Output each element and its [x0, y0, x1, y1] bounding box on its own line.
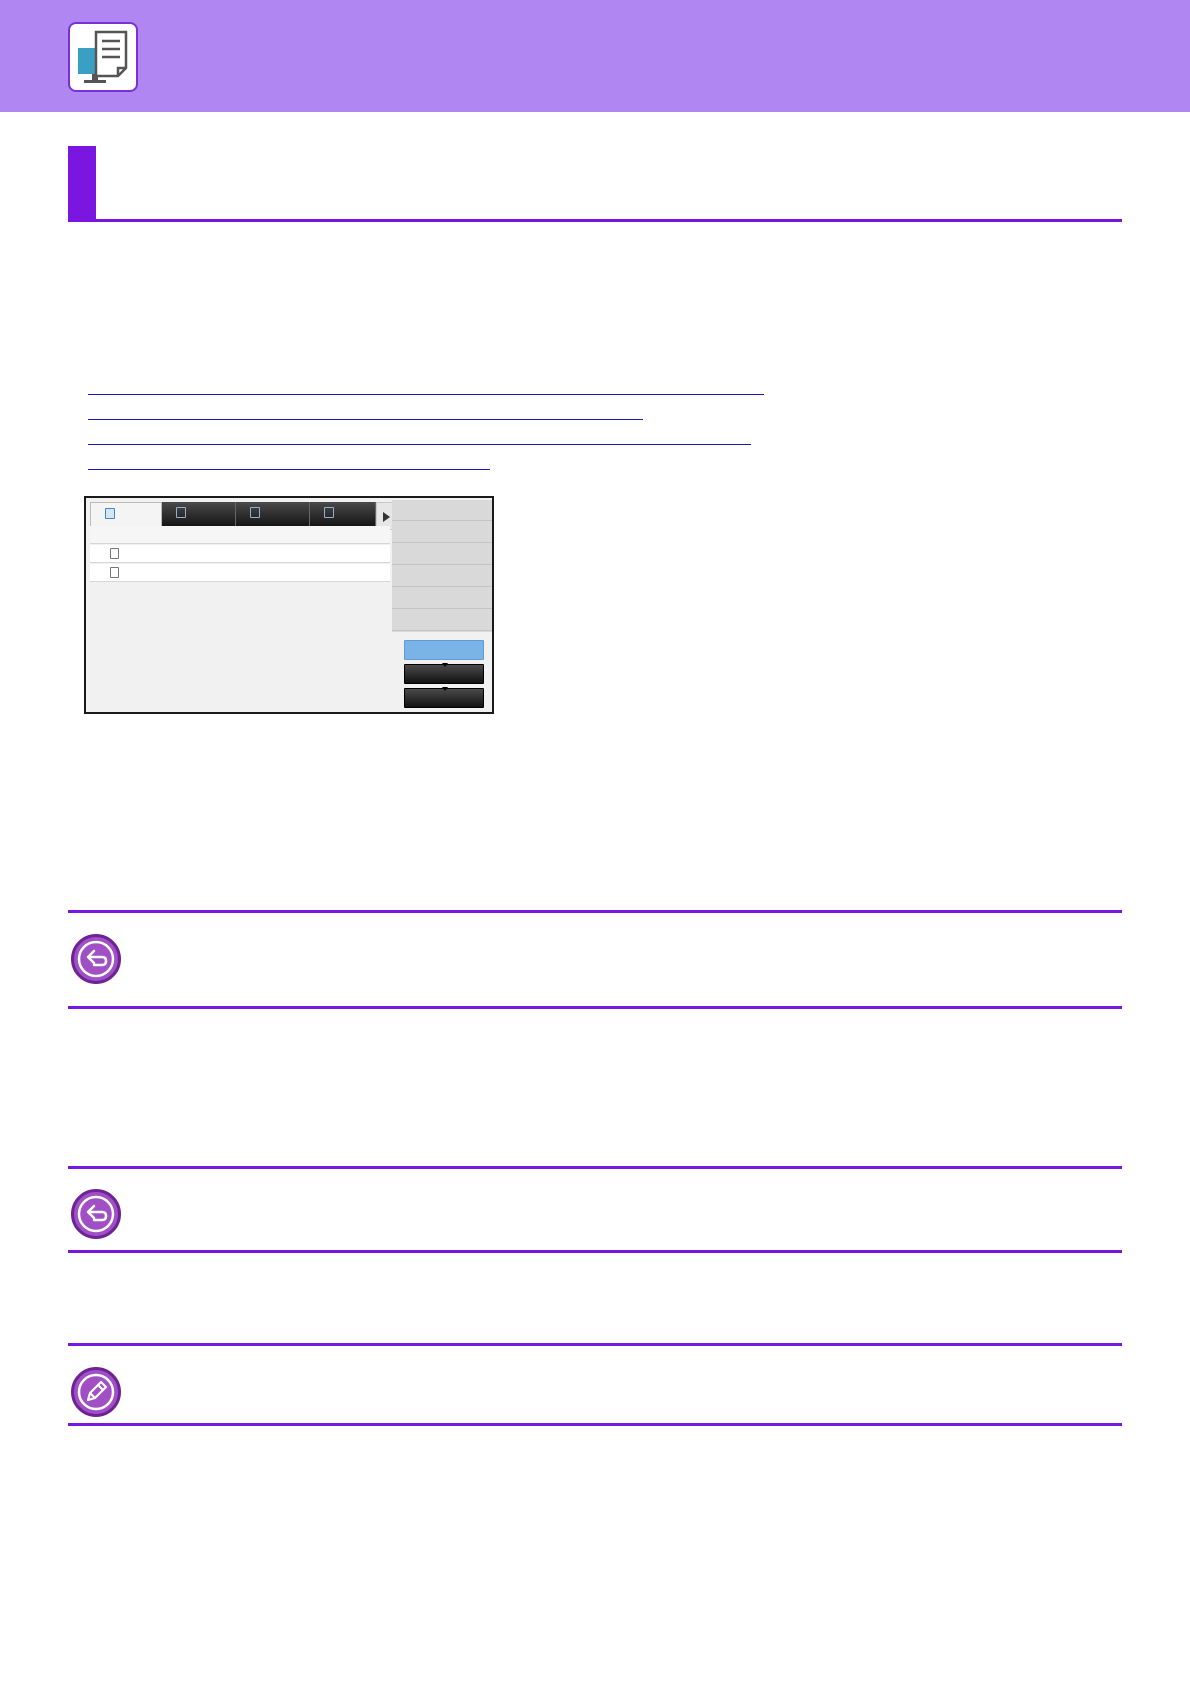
note-rule-top [68, 1343, 1122, 1346]
document-icon [110, 567, 119, 578]
side-menu-item[interactable] [392, 610, 492, 631]
tab-copy[interactable] [162, 502, 236, 526]
print-icon [250, 507, 260, 518]
link-3[interactable] [88, 444, 751, 445]
back-arrow-icon [71, 934, 121, 984]
pencil-memo-icon [71, 1367, 121, 1417]
side-menu [392, 500, 492, 632]
section-heading-accent [68, 146, 96, 222]
list-header [90, 526, 390, 544]
note-rule-bottom [68, 1250, 1122, 1253]
note-rule-top [68, 1166, 1122, 1169]
side-menu-item[interactable] [392, 500, 492, 521]
scan-icon [324, 507, 334, 518]
action-button[interactable] [404, 663, 484, 684]
manual-page [0, 0, 1190, 1684]
selected-action-button[interactable] [404, 640, 484, 660]
side-menu-item[interactable] [392, 522, 492, 543]
note-rule-bottom [68, 1006, 1122, 1009]
note-rule-top [68, 910, 1122, 913]
tab-job-status[interactable] [90, 502, 162, 526]
header-band [0, 0, 1190, 112]
job-list [90, 526, 390, 712]
side-menu-item[interactable] [392, 588, 492, 609]
side-menu-item[interactable] [392, 544, 492, 565]
side-menu-item[interactable] [392, 566, 492, 587]
tab-scan[interactable] [310, 502, 376, 526]
copy-icon [176, 507, 186, 518]
back-arrow-icon [71, 1189, 121, 1239]
list-item[interactable] [90, 545, 390, 563]
link-1[interactable] [88, 394, 764, 395]
job-status-screen [84, 496, 494, 714]
printer-monitor-icon[interactable] [68, 22, 138, 92]
tab-print[interactable] [236, 502, 310, 526]
document-icon [110, 548, 119, 559]
note-rule-bottom [68, 1423, 1122, 1426]
link-2[interactable] [88, 419, 643, 420]
link-4[interactable] [88, 469, 490, 470]
job-status-icon [105, 508, 115, 519]
section-heading-rule [68, 219, 1122, 222]
list-item[interactable] [90, 564, 390, 582]
action-button[interactable] [404, 687, 484, 708]
